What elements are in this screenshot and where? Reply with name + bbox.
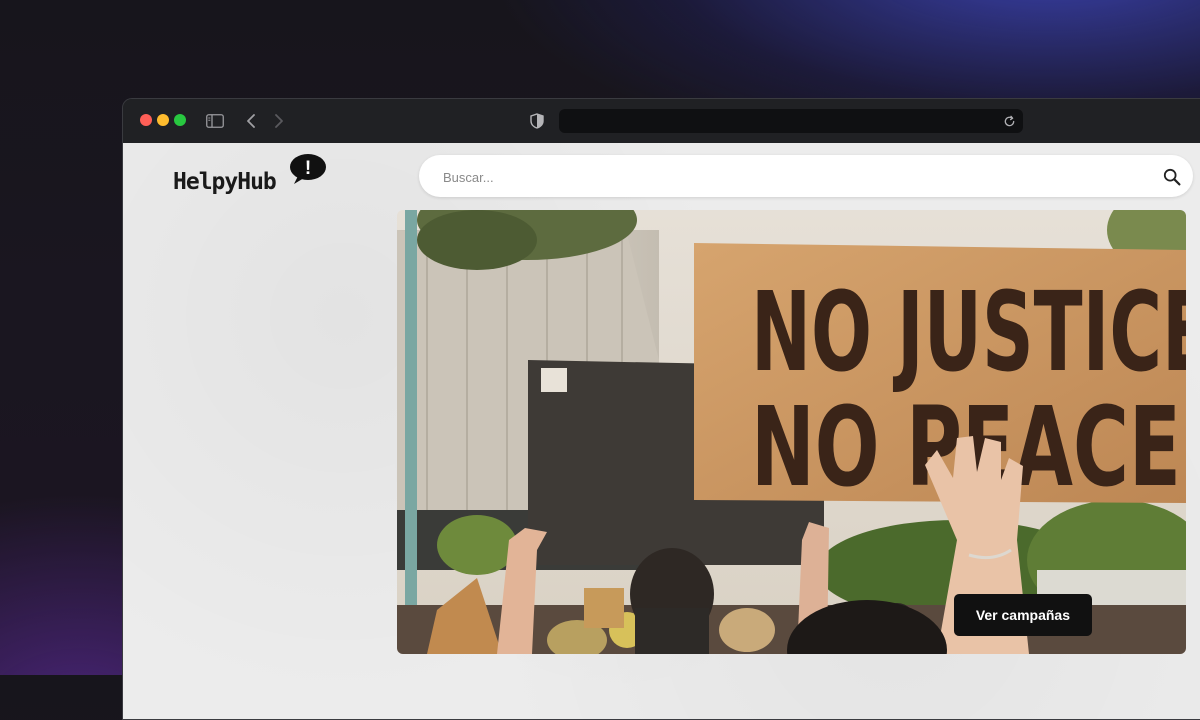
browser-toolbar <box>123 99 1200 143</box>
hero-banner: NO JUSTICE NO PEACE Ver campañas <box>397 210 1186 654</box>
reload-icon[interactable] <box>1001 113 1017 129</box>
browser-window: HelpyHub ! Buscar... NO JUSTICE NO PEACE… <box>122 98 1200 720</box>
logo-text: HelpyHub <box>173 169 277 195</box>
shield-icon[interactable] <box>529 111 545 131</box>
search-input[interactable] <box>441 166 1125 188</box>
site-logo[interactable]: HelpyHub ! <box>173 153 333 201</box>
page-content: HelpyHub ! Buscar... NO JUSTICE NO PEACE… <box>123 143 1200 719</box>
view-campaigns-button[interactable]: Ver campañas <box>953 594 1092 636</box>
chevron-left-icon[interactable] <box>243 111 259 131</box>
sidebar-icon[interactable] <box>205 111 225 131</box>
address-bar[interactable] <box>559 109 1023 133</box>
search-bar <box>419 155 1193 197</box>
sign-line-1: NO JUSTICE <box>751 268 1186 396</box>
close-window-button[interactable] <box>140 114 152 126</box>
search-icon[interactable] <box>1161 166 1183 188</box>
maximize-window-button[interactable] <box>174 114 186 126</box>
speech-bubble-icon: ! <box>290 154 326 184</box>
chevron-right-icon[interactable] <box>271 111 287 131</box>
logo-badge: ! <box>305 158 311 179</box>
protest-photo: NO JUSTICE NO PEACE <box>397 210 1186 654</box>
minimize-window-button[interactable] <box>157 114 169 126</box>
